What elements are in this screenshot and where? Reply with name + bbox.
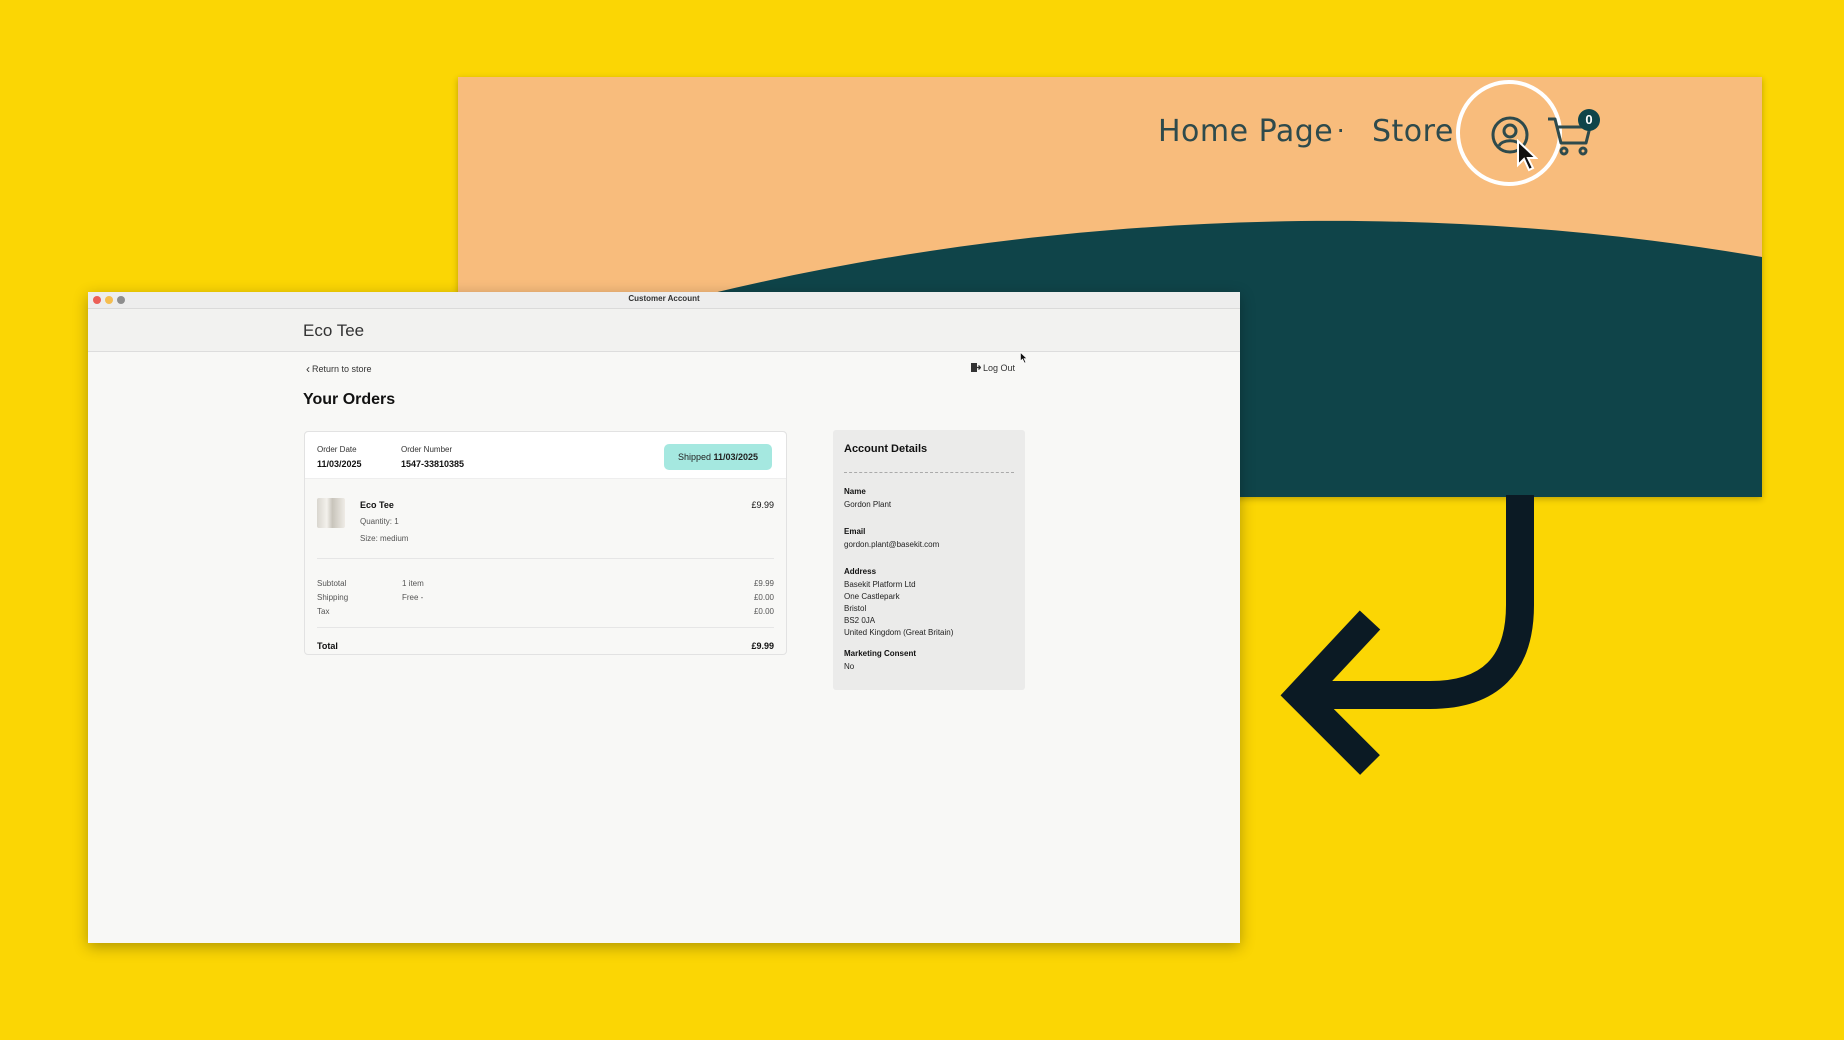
subtotal-count: 1 item bbox=[402, 579, 424, 588]
name-label: Name bbox=[844, 487, 866, 496]
page-title: Your Orders bbox=[303, 391, 396, 408]
product-thumbnail bbox=[317, 498, 345, 528]
cursor-icon bbox=[1020, 352, 1028, 364]
status-text: Shipped bbox=[677, 452, 711, 462]
order-date: 11/03/2025 bbox=[317, 459, 362, 469]
return-to-store-label: Return to store bbox=[312, 364, 372, 374]
customer-account-window: Customer Account Eco Tee ‹ Return to stor… bbox=[88, 292, 1240, 943]
order-header: Order Date 11/03/2025 Order Number 1547-… bbox=[305, 432, 786, 479]
total-value: £9.99 bbox=[751, 641, 774, 651]
product-name: Eco Tee bbox=[360, 500, 394, 510]
marketing-consent-value: No bbox=[844, 662, 855, 671]
log-out-label: Log Out bbox=[983, 363, 1016, 373]
address-line: One Castlepark bbox=[844, 592, 900, 601]
app-header: Eco Tee bbox=[88, 309, 1240, 364]
status-badge: Shipped 11/03/2025 bbox=[664, 444, 772, 470]
return-to-store-link[interactable]: ‹ Return to store bbox=[306, 362, 372, 376]
log-out-button[interactable]: Log Out bbox=[970, 362, 1015, 373]
shipping-label: Shipping bbox=[317, 593, 349, 602]
subtotal-value: £9.99 bbox=[753, 579, 774, 588]
divider bbox=[317, 627, 774, 628]
shipping-value: £0.00 bbox=[753, 593, 774, 602]
nav-separator: · bbox=[1336, 113, 1346, 144]
email-value: gordon.plant@basekit.com bbox=[844, 540, 940, 549]
nav-home-page[interactable]: Home Page bbox=[1158, 114, 1333, 149]
shipping-method: Free - bbox=[402, 593, 424, 602]
address-line: Basekit Platform Ltd bbox=[844, 580, 916, 589]
subtotal-label: Subtotal bbox=[317, 579, 347, 588]
tax-label: Tax bbox=[317, 607, 330, 616]
address-label: Address bbox=[844, 567, 877, 576]
curved-arrow-icon bbox=[1280, 495, 1534, 775]
chevron-left-icon: ‹ bbox=[306, 362, 310, 376]
order-number: 1547-33810385 bbox=[401, 459, 465, 469]
log-out-icon bbox=[971, 363, 982, 372]
tax-value: £0.00 bbox=[753, 607, 774, 616]
product-price: £9.99 bbox=[751, 500, 774, 510]
marketing-consent-label: Marketing Consent bbox=[844, 649, 917, 658]
order-card: Order Date 11/03/2025 Order Number 1547-… bbox=[304, 431, 787, 655]
address-line: BS2 0JA bbox=[844, 616, 876, 625]
total-label: Total bbox=[317, 641, 338, 651]
address-line: Bristol bbox=[844, 604, 867, 613]
nav-store[interactable]: Store bbox=[1372, 114, 1454, 149]
brand-name[interactable]: Eco Tee bbox=[303, 321, 364, 341]
address-line: United Kingdom (Great Britain) bbox=[844, 628, 954, 637]
divider bbox=[317, 558, 774, 559]
cursor-icon bbox=[1517, 139, 1538, 172]
status-date: 11/03/2025 bbox=[713, 452, 759, 462]
account-details-panel: Account Details Name Gordon Plant Email … bbox=[833, 430, 1025, 690]
order-date-label: Order Date bbox=[317, 445, 357, 454]
email-label: Email bbox=[844, 527, 866, 536]
order-number-label: Order Number bbox=[401, 445, 453, 454]
product-size: Size: medium bbox=[360, 534, 409, 543]
window-titlebar: Customer Account bbox=[88, 292, 1240, 309]
product-quantity: Quantity: 1 bbox=[360, 517, 399, 526]
window-title: Customer Account bbox=[628, 294, 700, 303]
cart-count-badge: 0 bbox=[1578, 109, 1600, 131]
account-details-title: Account Details bbox=[844, 443, 928, 455]
divider bbox=[844, 472, 1014, 473]
name-value: Gordon Plant bbox=[844, 500, 892, 509]
